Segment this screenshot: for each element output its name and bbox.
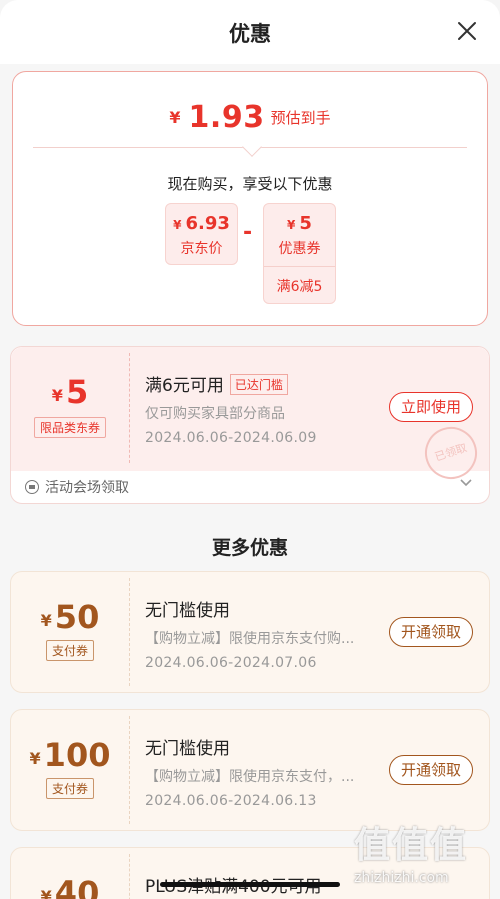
coupon-discount-value: 5 — [299, 213, 312, 234]
coupon-type-tag: 限品类东券 — [33, 417, 106, 438]
coupon-card: ¥5 限品类东券 满6元可用 已达门槛 仅可购买家具部分商品 2024.06.06… — [10, 346, 490, 504]
coupon-divider — [129, 716, 130, 824]
jd-price-box: ¥6.93 京东价 — [165, 203, 238, 265]
use-now-button[interactable]: 立即使用 — [389, 392, 473, 422]
close-icon[interactable] — [456, 20, 478, 42]
more-offers-heading: 更多优惠 — [211, 537, 288, 559]
activate-claim-button[interactable]: 开通领取 — [389, 617, 473, 647]
jd-price-value: 6.93 — [185, 213, 230, 234]
coupon-type-tag: 支付券 — [45, 778, 94, 799]
coupon-value: ¥5 — [11, 373, 129, 411]
coupon-source-label: 活动会场领取 — [45, 480, 129, 496]
coupon-value: ¥50 — [11, 598, 129, 636]
sheet-header: 优惠 — [0, 0, 500, 64]
coupon-description: 【购物立减】限使用京东支付购... — [145, 631, 355, 647]
venue-icon — [25, 480, 39, 494]
currency-symbol: ¥ — [169, 108, 181, 127]
watermark-logo: 值值值 — [354, 825, 469, 866]
watermark-url: zhizhizhi.com — [354, 870, 449, 886]
coupon-value-area: ¥5 限品类东券 — [11, 373, 129, 438]
price-summary-card: ¥1.93 预估到手 现在购买，享受以下优惠 ¥6.93 京东价 - ¥5 优惠券… — [12, 71, 488, 326]
buy-now-text: 现在购买，享受以下优惠 — [167, 175, 333, 193]
coupon-value: ¥100 — [11, 736, 129, 774]
coupon-amount: 100 — [43, 736, 111, 774]
coupon-card: ¥100 支付券 无门槛使用 【购物立减】限使用京东支付，... 2024.06… — [10, 709, 490, 831]
coupon-card: ¥50 支付券 无门槛使用 【购物立减】限使用京东支付购... 2024.06.… — [10, 571, 490, 693]
final-price-value: 1.93 — [188, 100, 265, 135]
currency-symbol: ¥ — [51, 386, 63, 405]
coupon-discount-box: ¥5 优惠券 满6减5 — [263, 203, 336, 304]
coupon-discount-label: 优惠券 — [278, 241, 321, 257]
threshold-badge: 已达门槛 — [229, 374, 288, 395]
home-indicator[interactable] — [160, 882, 340, 887]
site-watermark: 值值值 zhizhizhi.com — [354, 816, 494, 892]
coupon-condition: 满6减5 — [276, 279, 323, 295]
jd-price-label: 京东价 — [180, 241, 223, 257]
currency-symbol: ¥ — [173, 218, 182, 232]
chevron-down-icon[interactable] — [459, 478, 473, 488]
coupon-title: 满6元可用 — [145, 376, 224, 396]
coupon-divider — [129, 578, 130, 686]
coupon-sheet: 优惠 ¥1.93 预估到手 现在购买，享受以下优惠 ¥6.93 京东价 - ¥5 … — [0, 0, 500, 899]
minus-sign: - — [243, 220, 253, 245]
divider — [264, 266, 335, 267]
coupon-divider — [129, 353, 130, 463]
coupon-amount: 50 — [54, 598, 100, 636]
final-price: ¥1.93 预估到手 — [13, 100, 487, 135]
currency-symbol: ¥ — [287, 218, 296, 232]
final-price-label: 预估到手 — [270, 109, 331, 127]
coupon-validity: 2024.06.06-2024.06.13 — [145, 793, 317, 809]
coupon-value-area: ¥50 支付券 — [11, 598, 129, 661]
coupon-amount: 40 — [54, 874, 100, 899]
currency-symbol: ¥ — [40, 887, 52, 899]
activate-claim-button[interactable]: 开通领取 — [389, 755, 473, 785]
sheet-title: 优惠 — [229, 22, 271, 46]
coupon-description: 【购物立减】限使用京东支付，... — [145, 769, 355, 785]
coupon-source[interactable]: 活动会场领取 — [25, 477, 129, 497]
divider-notch — [242, 137, 262, 157]
coupon-amount: 5 — [65, 373, 89, 411]
currency-symbol: ¥ — [29, 749, 41, 768]
coupon-value-area: ¥40 — [11, 874, 129, 899]
coupon-type-tag: 支付券 — [45, 640, 94, 661]
coupon-value-area: ¥100 支付券 — [11, 736, 129, 799]
currency-symbol: ¥ — [40, 611, 52, 630]
coupon-validity: 2024.06.06-2024.07.06 — [145, 655, 317, 671]
coupon-divider — [129, 854, 130, 899]
coupon-value: ¥40 — [11, 874, 129, 899]
coupon-description: 仅可购买家具部分商品 — [145, 406, 285, 422]
